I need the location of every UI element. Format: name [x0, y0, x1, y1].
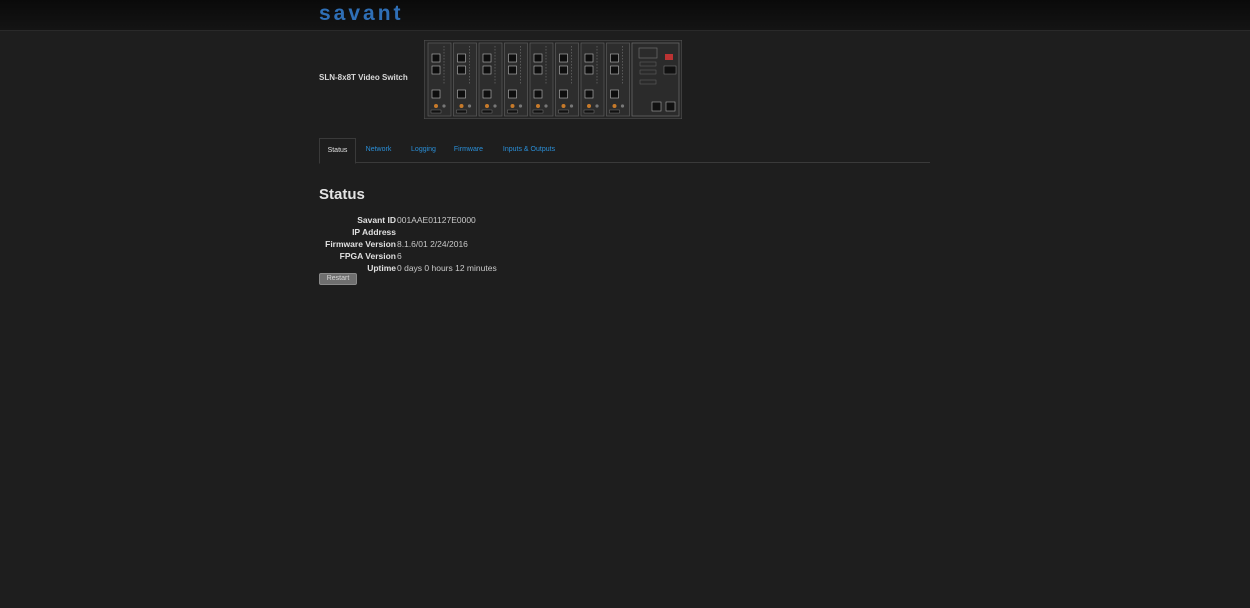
uptime-label: Uptime [367, 263, 396, 273]
savant-id-label: Savant ID [357, 215, 396, 225]
fpga-version-value: 6 [397, 251, 402, 261]
tab-logging[interactable]: Logging [406, 138, 441, 162]
info-row-firmware-version: Firmware Version 8.1.6/01 2/24/2016 [319, 238, 619, 250]
firmware-version-label: Firmware Version [325, 239, 396, 249]
ip-address-label: IP Address [352, 227, 396, 237]
tab-status[interactable]: Status [319, 138, 356, 164]
device-name: SLN-8x8T Video Switch [319, 73, 408, 82]
savant-logo: savant [319, 2, 404, 25]
tab-bar: Status Network Logging Firmware Inputs &… [319, 138, 930, 164]
tab-firmware[interactable]: Firmware [451, 138, 486, 162]
device-rear-panel-image [424, 40, 682, 119]
info-row-fpga-version: FPGA Version 6 [319, 250, 619, 262]
restart-button[interactable]: Restart [319, 273, 357, 285]
firmware-version-value: 8.1.6/01 2/24/2016 [397, 239, 468, 249]
tab-inputs-outputs[interactable]: Inputs & Outputs [497, 138, 561, 162]
info-row-savant-id: Savant ID 001AAE01127E0000 [319, 214, 619, 226]
savant-id-value: 001AAE01127E0000 [397, 215, 476, 225]
uptime-value: 0 days 0 hours 12 minutes [397, 263, 497, 273]
info-row-uptime: Uptime 0 days 0 hours 12 minutes [319, 262, 619, 274]
status-heading: Status [319, 186, 365, 203]
top-bar: savant [0, 0, 1250, 31]
info-row-ip-address: IP Address [319, 226, 619, 238]
fpga-version-label: FPGA Version [339, 251, 396, 261]
tab-network[interactable]: Network [361, 138, 396, 162]
